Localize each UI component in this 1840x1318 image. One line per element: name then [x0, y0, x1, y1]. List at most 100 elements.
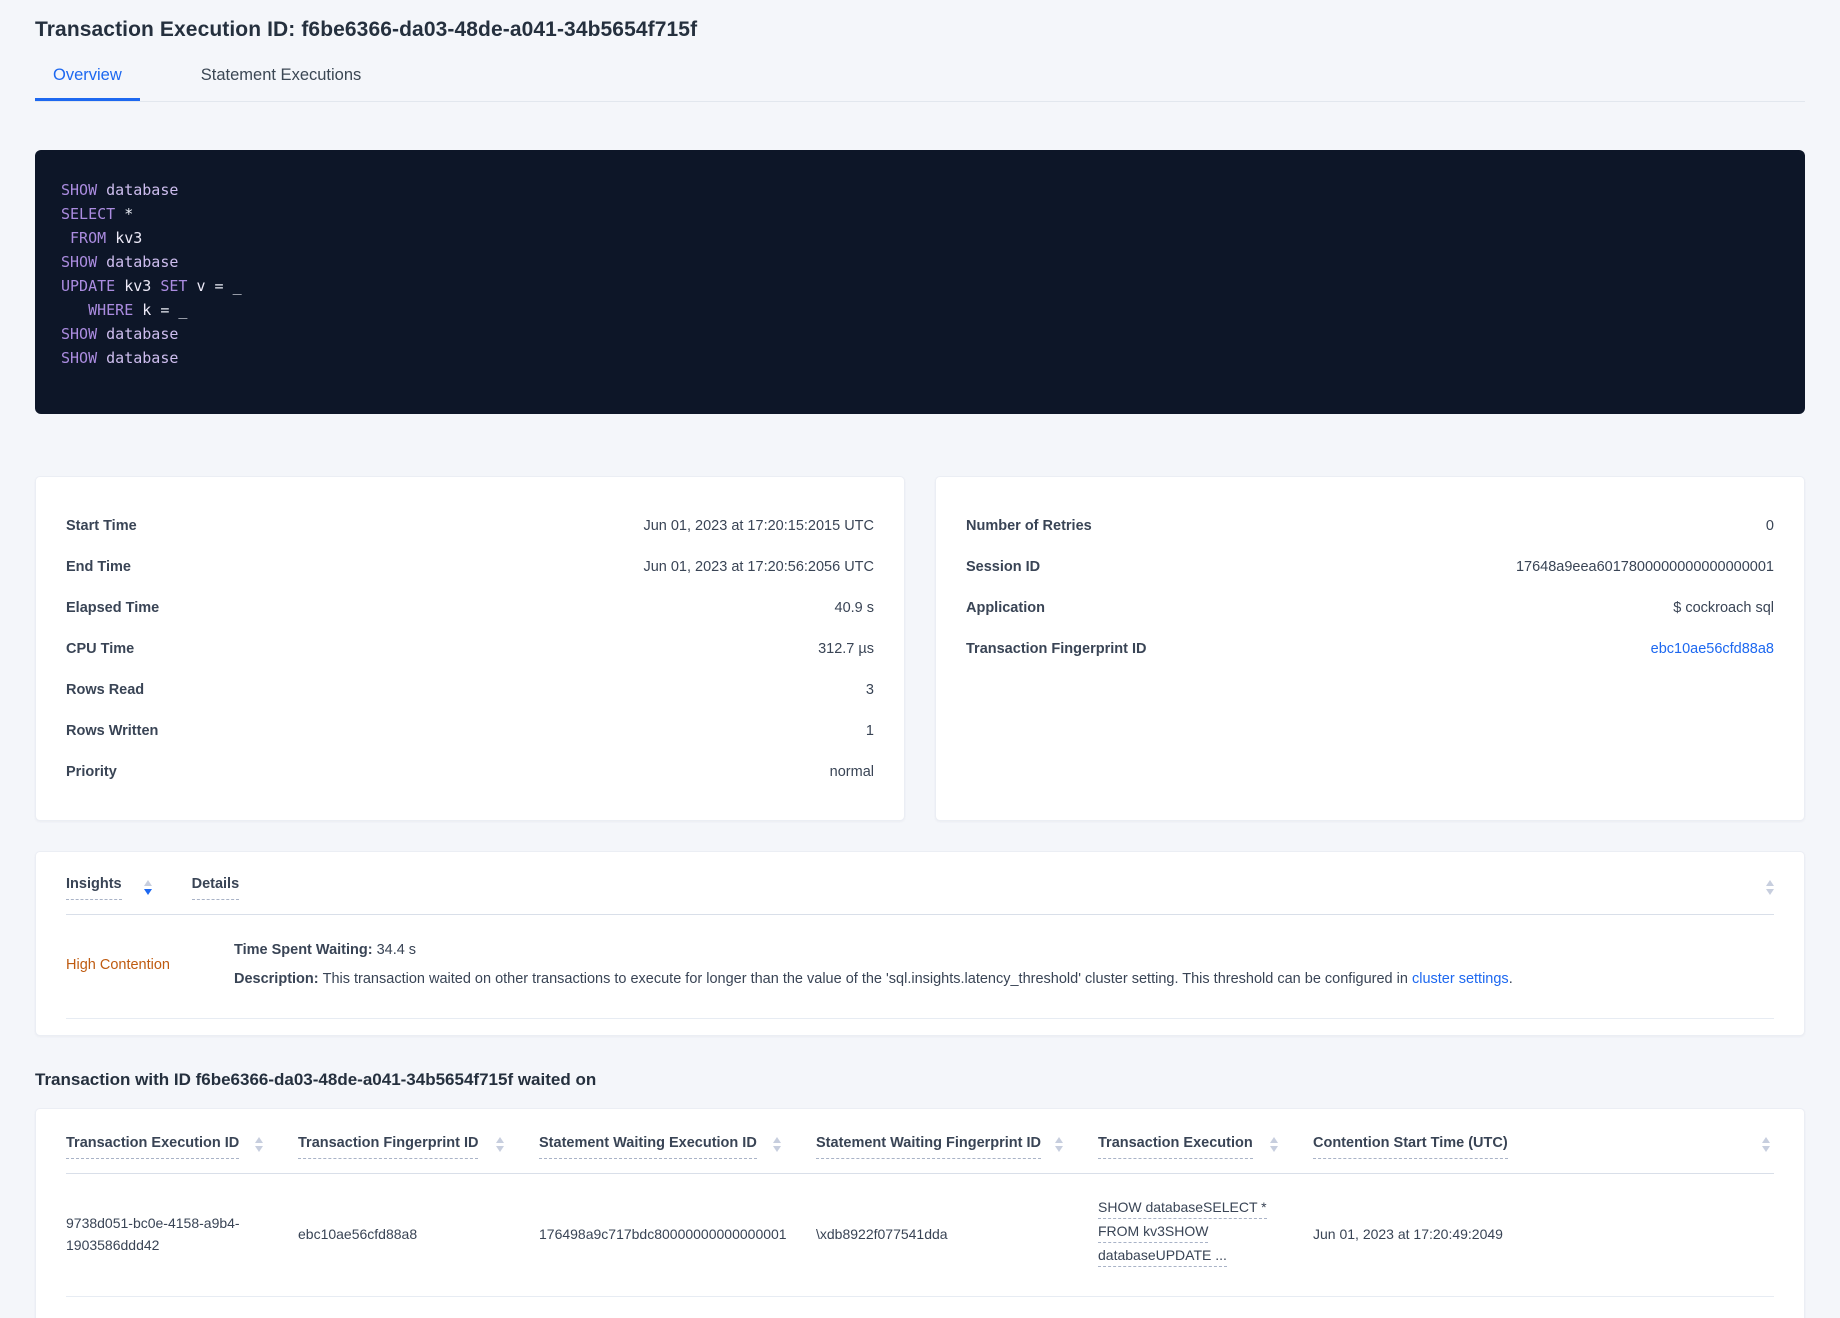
sql-line: FROM kv3 — [70, 229, 143, 247]
summary-label: CPU Time — [66, 640, 135, 657]
sql-line: SHOW database — [61, 253, 179, 271]
waited-on-table-row: 9738d051-bc0e-4158-a9b4-1903586ddd42 ebc… — [66, 1174, 1774, 1297]
column-statement-waiting-execution-id: Statement Waiting Execution ID — [539, 1135, 816, 1159]
summary-label: End Time — [66, 558, 131, 575]
cell-statement-waiting-fingerprint-id: \xdb8922f077541dda — [816, 1226, 948, 1242]
transaction-execution-link[interactable]: FROM kv3SHOW — [1098, 1222, 1209, 1243]
time-spent-waiting-value: 34.4 s — [376, 942, 417, 958]
cell-transaction-execution-id: 9738d051-bc0e-4158-a9b4-1903586ddd42 — [66, 1215, 240, 1253]
summary-row: Elapsed Time 40.9 s — [66, 587, 874, 628]
waited-on-table-header: Transaction Execution ID Transaction Fin… — [66, 1109, 1774, 1174]
sort-icon[interactable] — [1055, 1135, 1063, 1152]
summary-label: Session ID — [966, 558, 1041, 575]
column-header-label[interactable]: Statement Waiting Fingerprint ID — [816, 1135, 1042, 1159]
summary-value: 312.7 µs — [818, 640, 874, 657]
sql-line: UPDATE kv3 SET v = _ — [61, 277, 242, 295]
summary-row: Rows Written 1 — [66, 710, 874, 751]
session-summary-card: Number of Retries 0 Session ID 17648a9eea60… — [935, 476, 1805, 821]
sql-line: WHERE k = _ — [88, 301, 188, 319]
page-title: Transaction Execution ID: f6be6366-da03-… — [35, 18, 698, 41]
insight-details: Time Spent Waiting: 34.4 s Description: Th… — [234, 941, 1774, 988]
summary-label: Number of Retries — [966, 517, 1092, 534]
summary-row: Start Time Jun 01, 2023 at 17:20:15:2015 … — [66, 505, 874, 546]
cluster-settings-link[interactable]: cluster settings — [1412, 971, 1509, 987]
cell-contention-start-time: Jun 01, 2023 at 17:20:49:2049 — [1313, 1226, 1503, 1242]
waited-on-table-card: Transaction Execution ID Transaction Fin… — [35, 1108, 1805, 1318]
summary-label: Rows Written — [66, 722, 159, 739]
cell-transaction-fingerprint-id: ebc10ae56cfd88a8 — [298, 1226, 418, 1242]
summary-row: Session ID 17648a9eea60178000000000000000… — [966, 546, 1774, 587]
summary-value: 17648a9eea6017800000000000000001 — [1515, 558, 1774, 575]
column-transaction-execution-id: Transaction Execution ID — [66, 1135, 298, 1159]
summary-row: End Time Jun 01, 2023 at 17:20:56:2056 UT… — [66, 546, 874, 587]
column-header-label[interactable]: Contention Start Time (UTC) — [1313, 1135, 1508, 1159]
transaction-fingerprint-link[interactable]: ebc10ae56cfd88a8 — [1651, 641, 1774, 657]
summary-value: 40.9 s — [834, 599, 875, 616]
sort-icon[interactable] — [1270, 1135, 1278, 1152]
column-header-label[interactable]: Transaction Fingerprint ID — [298, 1135, 479, 1159]
insights-column-header[interactable]: Insights — [66, 876, 122, 900]
time-spent-waiting-line: Time Spent Waiting: 34.4 s — [234, 941, 1774, 959]
summary-value: 0 — [1765, 517, 1774, 534]
summary-value: Jun 01, 2023 at 17:20:15:2015 UTC — [643, 517, 874, 534]
sort-icon[interactable] — [1762, 1135, 1770, 1152]
summary-row: Transaction Fingerprint ID ebc10ae56cfd88… — [966, 628, 1774, 669]
session-summary-rows: Number of Retries 0 Session ID 17648a9eea60… — [966, 505, 1774, 669]
sql-code: SHOW database SELECT * FROM kv3 SHOW datab… — [61, 178, 1779, 370]
summary-row: Priority normal — [66, 751, 874, 792]
summary-value: Jun 01, 2023 at 17:20:56:2056 UTC — [643, 558, 874, 575]
summary-label: Rows Read — [66, 681, 145, 698]
summary-row: Application $ cockroach sql — [966, 587, 1774, 628]
transaction-execution-page: Transaction Execution ID: f6be6366-da03-… — [0, 0, 1840, 1318]
summary-label: Start Time — [66, 517, 137, 534]
sql-line: SHOW database — [61, 181, 179, 199]
transaction-execution-link[interactable]: SHOW databaseSELECT * — [1098, 1198, 1267, 1219]
time-spent-waiting-label: Time Spent Waiting: — [234, 942, 373, 958]
sort-icon[interactable] — [496, 1135, 504, 1152]
tab-statement-executions[interactable]: Statement Executions — [183, 66, 380, 101]
description-text: This transaction waited on other transac… — [322, 971, 1412, 987]
sql-line: SHOW database — [61, 349, 179, 367]
summary-label: Application — [966, 599, 1045, 616]
column-contention-start-time: Contention Start Time (UTC) — [1313, 1135, 1774, 1159]
summary-row: Rows Read 3 — [66, 669, 874, 710]
column-header-label[interactable]: Transaction Execution ID — [66, 1135, 240, 1159]
insights-table-header: Insights Details — [66, 852, 1774, 915]
column-header-label[interactable]: Statement Waiting Execution ID — [539, 1135, 757, 1159]
summary-label: Transaction Fingerprint ID — [966, 640, 1147, 657]
sql-line: SHOW database — [61, 325, 179, 343]
description-suffix: . — [1508, 971, 1513, 987]
cell-transaction-execution: SHOW databaseSELECT * FROM kv3SHOW datab… — [1098, 1198, 1313, 1270]
summary-row: Number of Retries 0 — [966, 505, 1774, 546]
sort-icon[interactable] — [255, 1135, 263, 1152]
summary-value: $ cockroach sql — [1673, 599, 1774, 616]
insight-type-badge: High Contention — [66, 956, 170, 973]
sort-icon[interactable] — [143, 878, 152, 895]
cell-statement-waiting-execution-id: 176498a9c717bdc80000000000000001 — [539, 1226, 787, 1242]
summary-value: normal — [829, 763, 874, 780]
sql-statements-box: SHOW database SELECT * FROM kv3 SHOW datab… — [35, 150, 1805, 414]
insight-description-line: Description: This transaction waited on o… — [234, 970, 1774, 988]
summary-cards: Start Time Jun 01, 2023 at 17:20:15:2015 … — [35, 476, 1805, 821]
description-label: Description: — [234, 971, 319, 987]
sort-icon[interactable] — [1766, 878, 1774, 895]
sort-icon[interactable] — [773, 1135, 781, 1152]
tab-overview[interactable]: Overview — [35, 66, 140, 101]
waited-on-heading: Transaction with ID f6be6366-da03-48de-a… — [35, 1070, 597, 1089]
summary-value: 3 — [865, 681, 874, 698]
tab-bar: Overview Statement Executions — [35, 66, 1805, 102]
execution-summary-rows: Start Time Jun 01, 2023 at 17:20:15:2015 … — [66, 505, 874, 792]
transaction-execution-link[interactable]: databaseUPDATE ... — [1098, 1246, 1227, 1267]
details-column-header[interactable]: Details — [191, 876, 240, 900]
summary-label: Elapsed Time — [66, 599, 160, 616]
column-statement-waiting-fingerprint-id: Statement Waiting Fingerprint ID — [816, 1135, 1098, 1159]
summary-label: Priority — [66, 763, 117, 780]
insights-table-card: Insights Details High Contention Time Sp… — [35, 851, 1805, 1036]
summary-row: CPU Time 312.7 µs — [66, 628, 874, 669]
insight-row: High Contention Time Spent Waiting: 34.4 … — [66, 915, 1774, 1019]
execution-summary-card: Start Time Jun 01, 2023 at 17:20:15:2015 … — [35, 476, 905, 821]
summary-value: 1 — [865, 722, 874, 739]
column-transaction-fingerprint-id: Transaction Fingerprint ID — [298, 1135, 539, 1159]
sql-line: SELECT * — [61, 205, 134, 223]
column-header-label[interactable]: Transaction Execution — [1098, 1135, 1253, 1159]
